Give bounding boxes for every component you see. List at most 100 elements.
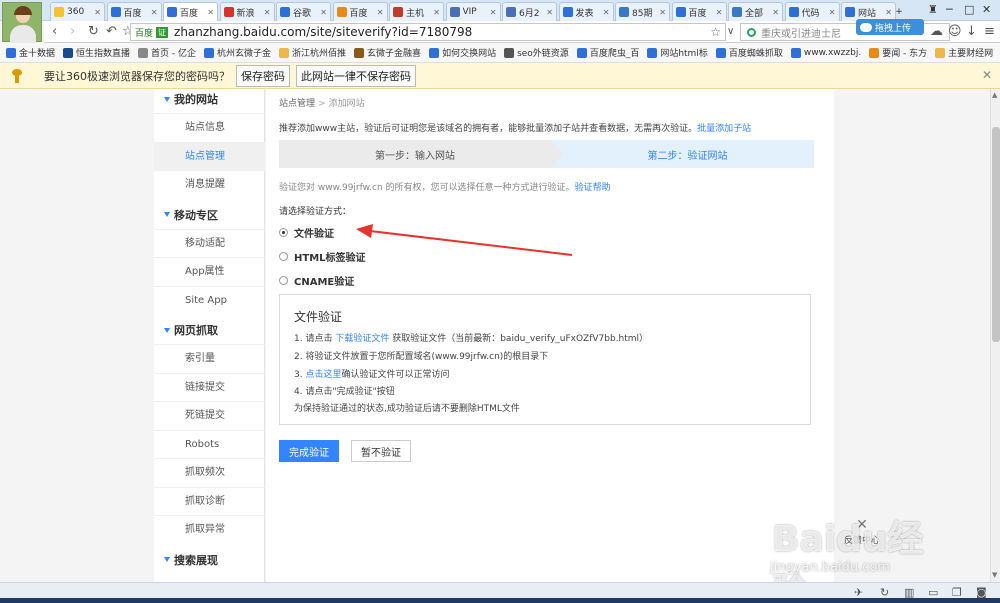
- click-here-link[interactable]: 点击这里: [305, 370, 341, 380]
- browser-tab[interactable]: 85期 ✕: [615, 2, 670, 21]
- bookmark-item[interactable]: www.xwzzbj.: [790, 47, 861, 58]
- tab-close-icon[interactable]: ✕: [433, 8, 440, 17]
- close-prompt-icon[interactable]: ✕: [982, 68, 992, 82]
- bookmark-item[interactable]: 要闻 - 东方: [869, 46, 927, 59]
- radio-cname[interactable]: [279, 276, 288, 285]
- skip-verify-button[interactable]: 暂不验证: [351, 440, 411, 462]
- tab-close-icon[interactable]: ✕: [490, 8, 497, 17]
- sidebar-item[interactable]: 抓取频次: [154, 458, 265, 486]
- bookmark-item[interactable]: 主要财经网: [935, 46, 993, 59]
- browser-tab[interactable]: 6月2 ✕: [502, 2, 557, 21]
- sidebar-section-title[interactable]: 移动专区: [164, 207, 218, 223]
- download-icon[interactable]: ↓: [966, 24, 977, 39]
- url-text[interactable]: zhanzhang.baidu.com/site/siteverify?id=7…: [174, 25, 472, 39]
- sidebar-item[interactable]: 死链提交: [154, 401, 265, 429]
- step-line-3: 3. 点击这里确认验证文件可以正常访问: [294, 370, 450, 380]
- method-html-tag[interactable]: HTML标签验证: [279, 249, 366, 264]
- tab-close-icon[interactable]: ✕: [546, 8, 553, 17]
- method-file[interactable]: 文件验证: [279, 225, 334, 240]
- tab-close-icon[interactable]: ✕: [151, 8, 158, 17]
- browser-tab[interactable]: 百度 ✕: [163, 2, 218, 21]
- cloud-icon[interactable]: ☁: [930, 24, 943, 39]
- radio-file[interactable]: [279, 228, 288, 237]
- close-window-icon[interactable]: ✕: [982, 3, 991, 16]
- method-cname[interactable]: CNAME验证: [279, 273, 354, 288]
- bookmark-item[interactable]: 首页 - 亿企: [138, 46, 196, 59]
- scroll-down-icon[interactable]: ▼: [992, 571, 997, 579]
- maximize-icon[interactable]: □: [964, 3, 974, 16]
- tab-close-icon[interactable]: ✕: [94, 8, 101, 17]
- browser-tab[interactable]: VIP ✕: [445, 2, 501, 21]
- tab-close-icon[interactable]: ✕: [377, 8, 384, 17]
- browser-tab[interactable]: 谷歌 ✕: [276, 2, 331, 21]
- tab-favicon-icon: [845, 7, 855, 17]
- bookmark-item[interactable]: seo外链资源: [504, 46, 569, 59]
- bookmark-item[interactable]: 百度爬虫_百: [576, 46, 639, 59]
- browser-tab[interactable]: 代码 ✕: [784, 2, 840, 21]
- dropdown-chevron-icon[interactable]: ∨: [727, 26, 734, 37]
- sidebar-item[interactable]: 站点管理: [154, 141, 265, 170]
- browser-tab[interactable]: 百度 ✕: [106, 2, 162, 21]
- tab-close-icon[interactable]: ✕: [207, 8, 214, 17]
- url-bar[interactable]: 百度 证 zhanzhang.baidu.com/site/siteverify…: [130, 23, 726, 41]
- browser-tab[interactable]: 百度 ✕: [332, 2, 388, 21]
- step-line-1: 1. 请点击 下载验证文件 获取验证文件（当前最新：baidu_verify_u…: [294, 334, 649, 344]
- sidebar-item[interactable]: 消息提醒: [154, 170, 265, 198]
- sidebar-item[interactable]: Site App: [154, 285, 265, 314]
- scroll-thumb[interactable]: [992, 127, 1000, 342]
- tab-close-icon[interactable]: ✕: [829, 8, 836, 17]
- bookmark-item[interactable]: 杭州玄微子金: [204, 46, 271, 59]
- minimize-icon[interactable]: ─: [946, 3, 953, 16]
- sidebar-item[interactable]: 链接提交: [154, 372, 265, 401]
- bookmark-item[interactable]: 浙江杭州佰推: [279, 46, 346, 59]
- download-file-link[interactable]: 下载验证文件: [335, 334, 389, 344]
- tab-close-icon[interactable]: ✕: [603, 8, 610, 17]
- bookmark-item[interactable]: 如何交换网站: [429, 46, 496, 59]
- batch-add-link[interactable]: 批量添加子站: [697, 124, 751, 134]
- scrollbar[interactable]: ▲ ▼: [990, 89, 1000, 582]
- bookmark-item[interactable]: 百度蜘蛛抓取: [715, 46, 783, 59]
- browser-tab[interactable]: 发表 ✕: [558, 2, 614, 21]
- radio-html-tag[interactable]: [279, 252, 288, 261]
- skin-icon[interactable]: ♜: [928, 3, 938, 16]
- tab-close-icon[interactable]: ✕: [264, 8, 271, 17]
- browser-tab[interactable]: 主机 ✕: [389, 2, 444, 21]
- undo-icon[interactable]: ↶: [106, 24, 117, 39]
- user-avatar[interactable]: [2, 2, 42, 43]
- sidebar-item[interactable]: 抓取异常: [154, 515, 265, 543]
- breadcrumb-parent[interactable]: 站点管理: [279, 99, 315, 109]
- browser-tab[interactable]: 新浪 ✕: [219, 2, 275, 21]
- sidebar-section-title[interactable]: 搜索展现: [164, 552, 218, 568]
- scroll-up-icon[interactable]: ▲: [992, 91, 997, 99]
- sidebar-item[interactable]: 抓取诊断: [154, 486, 265, 515]
- verify-help-link[interactable]: 验证帮助: [575, 183, 611, 193]
- tab-close-icon[interactable]: ✕: [716, 8, 723, 17]
- bookmark-item[interactable]: 恒生指数直播: [63, 46, 130, 59]
- tab-close-icon[interactable]: ✕: [772, 8, 779, 17]
- browser-tab[interactable]: 全部 ✕: [728, 2, 783, 21]
- bookmark-item[interactable]: 金十数据: [6, 46, 55, 59]
- tab-close-icon[interactable]: ✕: [320, 8, 327, 17]
- sidebar-item[interactable]: 移动适配: [154, 228, 265, 257]
- sidebar-item[interactable]: 索引量: [154, 344, 265, 372]
- bookmark-item[interactable]: 网站html标: [647, 46, 708, 59]
- upload-button[interactable]: 拖拽上传: [856, 19, 924, 35]
- back-icon[interactable]: ‹: [52, 24, 57, 39]
- user-icon[interactable]: ☺: [948, 24, 962, 39]
- sidebar-item[interactable]: App属性: [154, 257, 265, 285]
- tab-close-icon[interactable]: ✕: [659, 8, 666, 17]
- sidebar-section-title[interactable]: 我的网站: [164, 91, 218, 107]
- sidebar-section-title[interactable]: 网页抓取: [164, 322, 218, 338]
- menu-icon[interactable]: ≡: [984, 24, 995, 39]
- browser-tab[interactable]: 百度 ✕: [671, 2, 727, 21]
- complete-verify-button[interactable]: 完成验证: [279, 440, 339, 462]
- sidebar-item[interactable]: 站点信息: [154, 113, 265, 141]
- bookmark-star-icon[interactable]: ☆: [710, 25, 721, 39]
- refresh-icon[interactable]: ↻: [88, 24, 99, 39]
- save-password-button[interactable]: 保存密码: [236, 64, 290, 87]
- bookmark-item[interactable]: 玄微子金融喜: [354, 46, 421, 59]
- sidebar-item[interactable]: Robots: [154, 429, 265, 458]
- never-save-button[interactable]: 此网站一律不保存密码: [296, 64, 416, 87]
- browser-tab[interactable]: 360 ✕: [50, 2, 105, 21]
- forward-icon[interactable]: ›: [70, 24, 75, 39]
